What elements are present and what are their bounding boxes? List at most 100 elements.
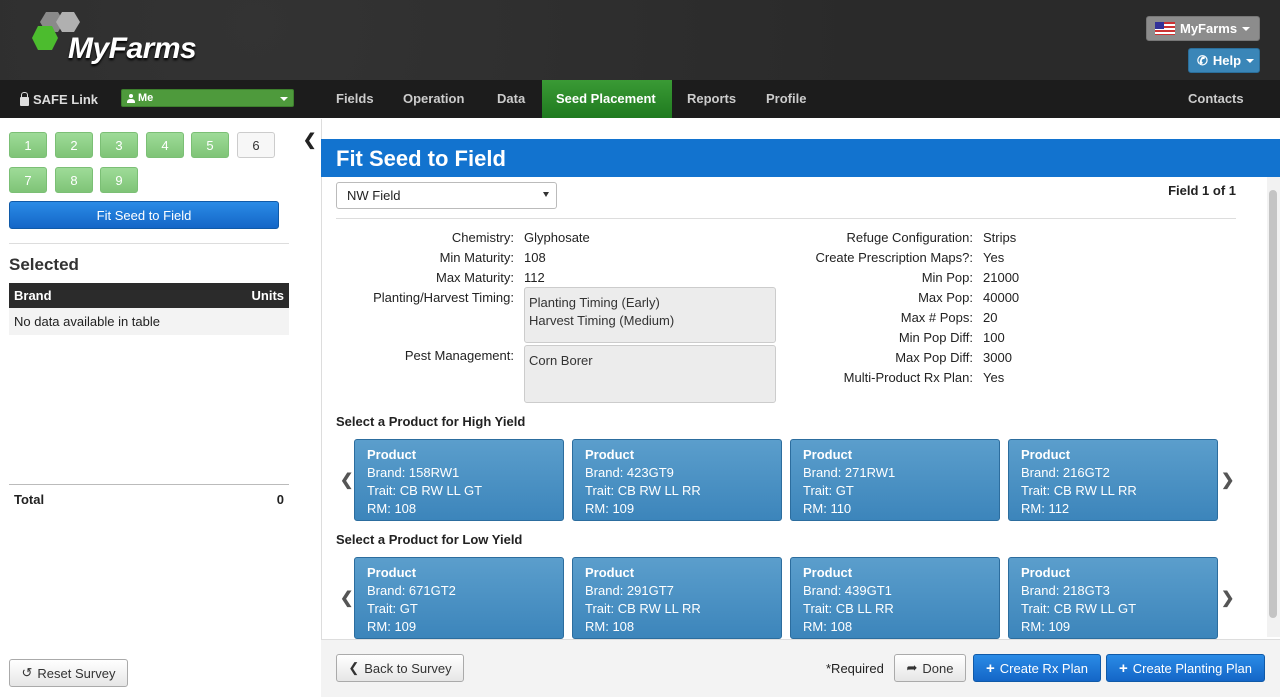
product-rm: RM: 112 xyxy=(1021,501,1070,516)
field-select[interactable]: NW Field xyxy=(336,182,557,209)
collapse-sidebar-icon[interactable]: ❮ xyxy=(303,130,316,150)
reset-survey-button[interactable]: ↺ Reset Survey xyxy=(9,659,128,687)
product-card[interactable]: Product Brand: 423GT9 Trait: CB RW LL RR… xyxy=(572,439,782,521)
product-rm: RM: 108 xyxy=(585,619,635,634)
create-planting-plan-button[interactable]: + Create Planting Plan xyxy=(1106,654,1265,682)
product-card[interactable]: Product Brand: 216GT2 Trait: CB RW LL RR… xyxy=(1008,439,1218,521)
done-button[interactable]: ➦ Done xyxy=(894,654,966,682)
pest-textbox: Corn Borer xyxy=(524,345,776,403)
prop-value-rx-maps: Yes xyxy=(983,250,1005,265)
timing-textbox: Planting Timing (Early) Harvest Timing (… xyxy=(524,287,776,343)
prop-value-max-pops: 20 xyxy=(983,310,998,325)
step-button-3[interactable]: 3 xyxy=(100,132,138,158)
low-yield-prev-icon[interactable]: ❮ xyxy=(340,588,353,608)
safe-link-label: SAFE Link xyxy=(33,92,99,107)
step-button-6[interactable]: 6 xyxy=(237,132,275,158)
prop-value-multi-rx: Yes xyxy=(983,370,1005,385)
chevron-down-icon xyxy=(1246,58,1255,63)
nav-operation[interactable]: Operation xyxy=(389,80,478,118)
step-button-5[interactable]: 5 xyxy=(191,132,229,158)
product-rm: RM: 108 xyxy=(803,619,853,634)
table-empty-row: No data available in table xyxy=(9,308,289,335)
step-button-7[interactable]: 7 xyxy=(9,167,47,193)
product-card[interactable]: Product Brand: 439GT1 Trait: CB LL RR RM… xyxy=(790,557,1000,639)
step-button-9[interactable]: 9 xyxy=(100,167,138,193)
product-card[interactable]: Product Brand: 671GT2 Trait: GT RM: 109 xyxy=(354,557,564,639)
reset-survey-label: Reset Survey xyxy=(37,665,116,681)
total-label: Total xyxy=(14,492,45,507)
app-header: MyFarms MyFarms ✆ Help xyxy=(0,0,1280,80)
myfarms-logo[interactable]: MyFarms xyxy=(32,10,232,70)
phone-icon: ✆ xyxy=(1197,52,1208,68)
product-brand: Brand: 216GT2 xyxy=(1021,465,1110,480)
low-yield-next-icon[interactable]: ❯ xyxy=(1221,588,1234,608)
logo-text: MyFarms xyxy=(68,32,197,65)
myfarms-account-button[interactable]: MyFarms xyxy=(1146,16,1260,41)
total-divider xyxy=(9,484,289,485)
step-button-8[interactable]: 8 xyxy=(55,167,93,193)
product-trait: Trait: CB RW LL GT xyxy=(1021,601,1137,616)
product-brand: Brand: 423GT9 xyxy=(585,465,674,480)
product-name: Product xyxy=(803,447,853,462)
help-button[interactable]: ✆ Help xyxy=(1188,48,1260,73)
lock-icon xyxy=(20,91,29,106)
product-card[interactable]: Product Brand: 291GT7 Trait: CB RW LL RR… xyxy=(572,557,782,639)
create-planting-plan-label: Create Planting Plan xyxy=(1132,660,1252,676)
high-yield-prev-icon[interactable]: ❮ xyxy=(340,470,353,490)
prop-label-max-pop: Max Pop: xyxy=(918,290,973,305)
total-value: 0 xyxy=(276,492,284,507)
prop-value-min-pop: 21000 xyxy=(983,270,1020,285)
product-trait: Trait: CB RW LL GT xyxy=(367,483,483,498)
product-trait: Trait: CB RW LL RR xyxy=(1021,483,1137,498)
product-name: Product xyxy=(1021,565,1071,580)
product-trait: Trait: CB RW LL RR xyxy=(585,601,701,616)
prop-label-min-pop-diff: Min Pop Diff: xyxy=(898,330,973,345)
user-select[interactable]: Me xyxy=(121,89,294,107)
nav-profile[interactable]: Profile xyxy=(752,80,820,118)
prop-value-max-maturity: 112 xyxy=(524,270,545,285)
step-button-1[interactable]: 1 xyxy=(9,132,47,158)
column-units[interactable]: Units xyxy=(252,288,285,303)
nav-fields[interactable]: Fields xyxy=(322,80,388,118)
product-card[interactable]: Product Brand: 158RW1 Trait: CB RW LL GT… xyxy=(354,439,564,521)
safe-link[interactable]: SAFE Link xyxy=(20,91,99,107)
back-to-survey-label: Back to Survey xyxy=(364,660,452,676)
page-title: Fit Seed to Field xyxy=(321,139,1280,177)
help-label: Help xyxy=(1212,53,1242,68)
chevron-down-icon xyxy=(1242,26,1251,31)
step-button-4[interactable]: 4 xyxy=(146,132,184,158)
required-note: *Required xyxy=(826,661,884,676)
product-trait: Trait: CB LL RR xyxy=(803,601,894,616)
chevron-left-icon: ❮ xyxy=(348,660,360,675)
plus-icon: + xyxy=(986,659,995,677)
field-select-value: NW Field xyxy=(347,188,401,203)
field-count: Field 1 of 1 xyxy=(1168,183,1236,198)
fit-seed-to-field-button[interactable]: Fit Seed to Field xyxy=(9,201,279,229)
prop-value-min-pop-diff: 100 xyxy=(983,330,1005,345)
done-label: Done xyxy=(922,660,954,676)
create-rx-plan-button[interactable]: + Create Rx Plan xyxy=(973,654,1101,682)
product-brand: Brand: 218GT3 xyxy=(1021,583,1110,598)
product-card[interactable]: Product Brand: 218GT3 Trait: CB RW LL GT… xyxy=(1008,557,1218,639)
nav-data[interactable]: Data xyxy=(483,80,539,118)
back-to-survey-button[interactable]: ❮ Back to Survey xyxy=(336,654,464,682)
product-name: Product xyxy=(1021,447,1071,462)
prop-value-min-maturity: 108 xyxy=(524,250,546,265)
nav-reports[interactable]: Reports xyxy=(673,80,750,118)
nav-seed-placement[interactable]: Seed Placement xyxy=(542,80,672,118)
timing-label: Planting/Harvest Timing: xyxy=(373,290,514,305)
product-rm: RM: 109 xyxy=(367,619,417,634)
product-card[interactable]: Product Brand: 271RW1 Trait: GT RM: 110 xyxy=(790,439,1000,521)
column-brand[interactable]: Brand xyxy=(14,288,52,303)
step-button-2[interactable]: 2 xyxy=(55,132,93,158)
reset-icon: ↺ xyxy=(21,665,33,680)
selected-heading: Selected xyxy=(9,255,79,274)
product-name: Product xyxy=(585,565,635,580)
main-scrollbar-thumb[interactable] xyxy=(1269,190,1277,618)
prop-label-refuge: Refuge Configuration: xyxy=(846,230,973,245)
high-yield-next-icon[interactable]: ❯ xyxy=(1221,470,1234,490)
nav-contacts[interactable]: Contacts xyxy=(1174,80,1258,118)
product-brand: Brand: 271RW1 xyxy=(803,465,896,480)
myfarms-account-label: MyFarms xyxy=(1180,21,1238,36)
product-name: Product xyxy=(585,447,635,462)
